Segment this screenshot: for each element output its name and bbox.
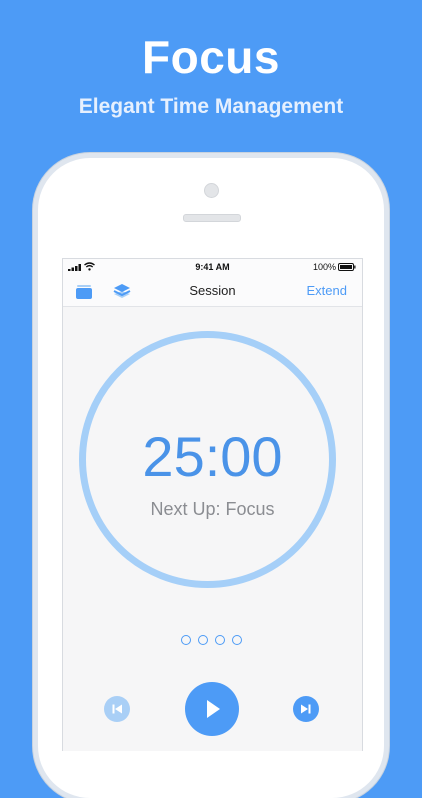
headline: Focus xyxy=(142,31,280,83)
battery-percent: 100% xyxy=(312,262,336,272)
nav-bar: Session Extend xyxy=(63,276,362,307)
speaker xyxy=(183,214,241,222)
next-button[interactable] xyxy=(293,696,319,722)
battery-icon xyxy=(338,263,356,271)
status-bar: 9:41 AM 100% xyxy=(63,259,362,276)
page-dot[interactable] xyxy=(181,635,191,645)
page-indicator xyxy=(181,635,245,647)
play-icon xyxy=(207,700,220,718)
page-dot[interactable] xyxy=(232,635,242,645)
timer-display: 25:00 xyxy=(142,425,283,488)
extend-button[interactable]: Extend xyxy=(307,283,347,298)
page-dot[interactable] xyxy=(215,635,225,645)
subheadline: Elegant Time Management xyxy=(78,95,344,118)
app-screen: 9:41 AM 100% Session Extend 25:00 Next U… xyxy=(62,258,363,751)
previous-button[interactable] xyxy=(104,696,130,722)
camera xyxy=(204,183,219,198)
play-button[interactable] xyxy=(185,682,239,736)
skip-back-icon xyxy=(112,704,122,714)
skip-forward-icon xyxy=(301,704,311,714)
next-up-label: Next Up: Focus xyxy=(150,499,275,519)
page-dot[interactable] xyxy=(198,635,208,645)
